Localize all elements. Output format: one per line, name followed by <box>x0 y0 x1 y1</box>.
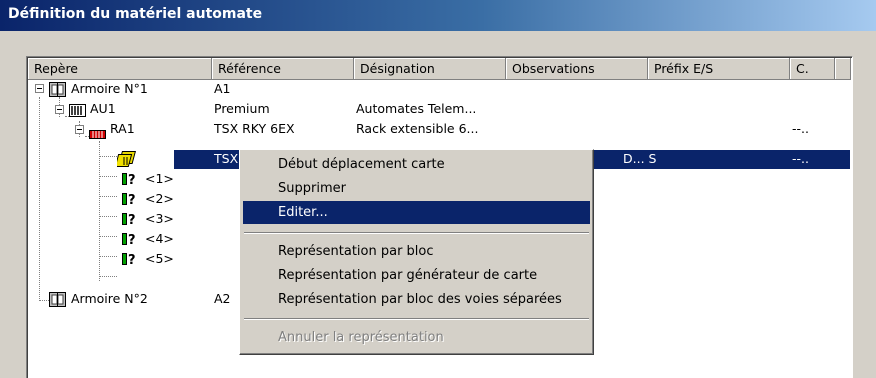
observations-cell: D... S <box>623 151 657 166</box>
repere-label: RA1 <box>110 121 135 136</box>
menu-item-separate-channels-representation[interactable]: Représentation par bloc des voies séparé… <box>243 288 590 311</box>
repere-label: Armoire N°2 <box>71 291 148 306</box>
repere-label: AU1 <box>90 101 116 116</box>
column-header-prefix[interactable]: Préfix E/S <box>648 58 790 80</box>
repere-label: <5> <box>145 251 174 266</box>
repere-label: <3> <box>145 211 174 226</box>
designation-cell: Rack extensible 6... <box>356 121 479 136</box>
column-header-designation[interactable]: Désignation <box>354 58 506 80</box>
c-cell: --.. <box>792 121 809 136</box>
menu-separator <box>244 318 589 320</box>
column-header-c[interactable]: C. <box>790 58 835 80</box>
unknown-slot-icon: ? <box>122 252 140 272</box>
svg-text:?: ? <box>128 213 136 226</box>
tree-row-armoire-1[interactable]: Armoire N°1 A1 <box>27 79 847 99</box>
repere-label: CA1 <box>140 151 166 166</box>
dialog-title: Définition du matériel automate <box>8 6 263 22</box>
column-header-reference[interactable]: Référence <box>212 58 354 80</box>
svg-text:?: ? <box>128 173 136 186</box>
designation-cell: Automates Telem... <box>356 101 477 116</box>
reference-cell: A2 <box>214 291 231 306</box>
menu-separator <box>244 232 589 234</box>
rack-icon <box>89 125 106 145</box>
svg-text:?: ? <box>128 193 136 206</box>
svg-text:?: ? <box>128 233 136 246</box>
menu-item-delete[interactable]: Supprimer <box>243 177 590 200</box>
menu-item-block-representation[interactable]: Représentation par bloc <box>243 240 590 263</box>
cabinet-icon <box>49 292 66 313</box>
context-menu: Début déplacement carte Supprimer Editer… <box>239 149 594 355</box>
menu-item-cancel-representation: Annuler la représentation <box>278 330 444 345</box>
repere-label: <4> <box>145 231 174 246</box>
column-header-repere[interactable]: Repère <box>28 58 212 80</box>
c-cell: --.. <box>792 151 809 166</box>
repere-label: Armoire N°1 <box>71 81 148 96</box>
reference-cell: TSX RKY 6EX <box>214 121 295 136</box>
svg-text:?: ? <box>128 253 136 266</box>
reference-cell: A1 <box>214 81 231 96</box>
repere-label: <1> <box>145 171 174 186</box>
column-header-observations[interactable]: Observations <box>506 58 648 80</box>
tree-row-au1[interactable]: AU1 Premium Automates Telem... <box>27 99 847 119</box>
tree-row-ra1[interactable]: RA1 TSX RKY 6EX Rack extensible 6... --.… <box>27 119 847 139</box>
repere-label: <2> <box>145 191 174 206</box>
menu-item-start-move-card[interactable]: Début déplacement carte <box>243 153 590 176</box>
column-header-filler <box>835 58 851 80</box>
dialog-title-bar: Définition du matériel automate <box>0 0 876 31</box>
menu-item-edit[interactable]: Editer... <box>243 201 590 224</box>
menu-item-card-generator-representation[interactable]: Représentation par générateur de carte <box>243 264 590 287</box>
reference-cell: Premium <box>214 101 270 116</box>
